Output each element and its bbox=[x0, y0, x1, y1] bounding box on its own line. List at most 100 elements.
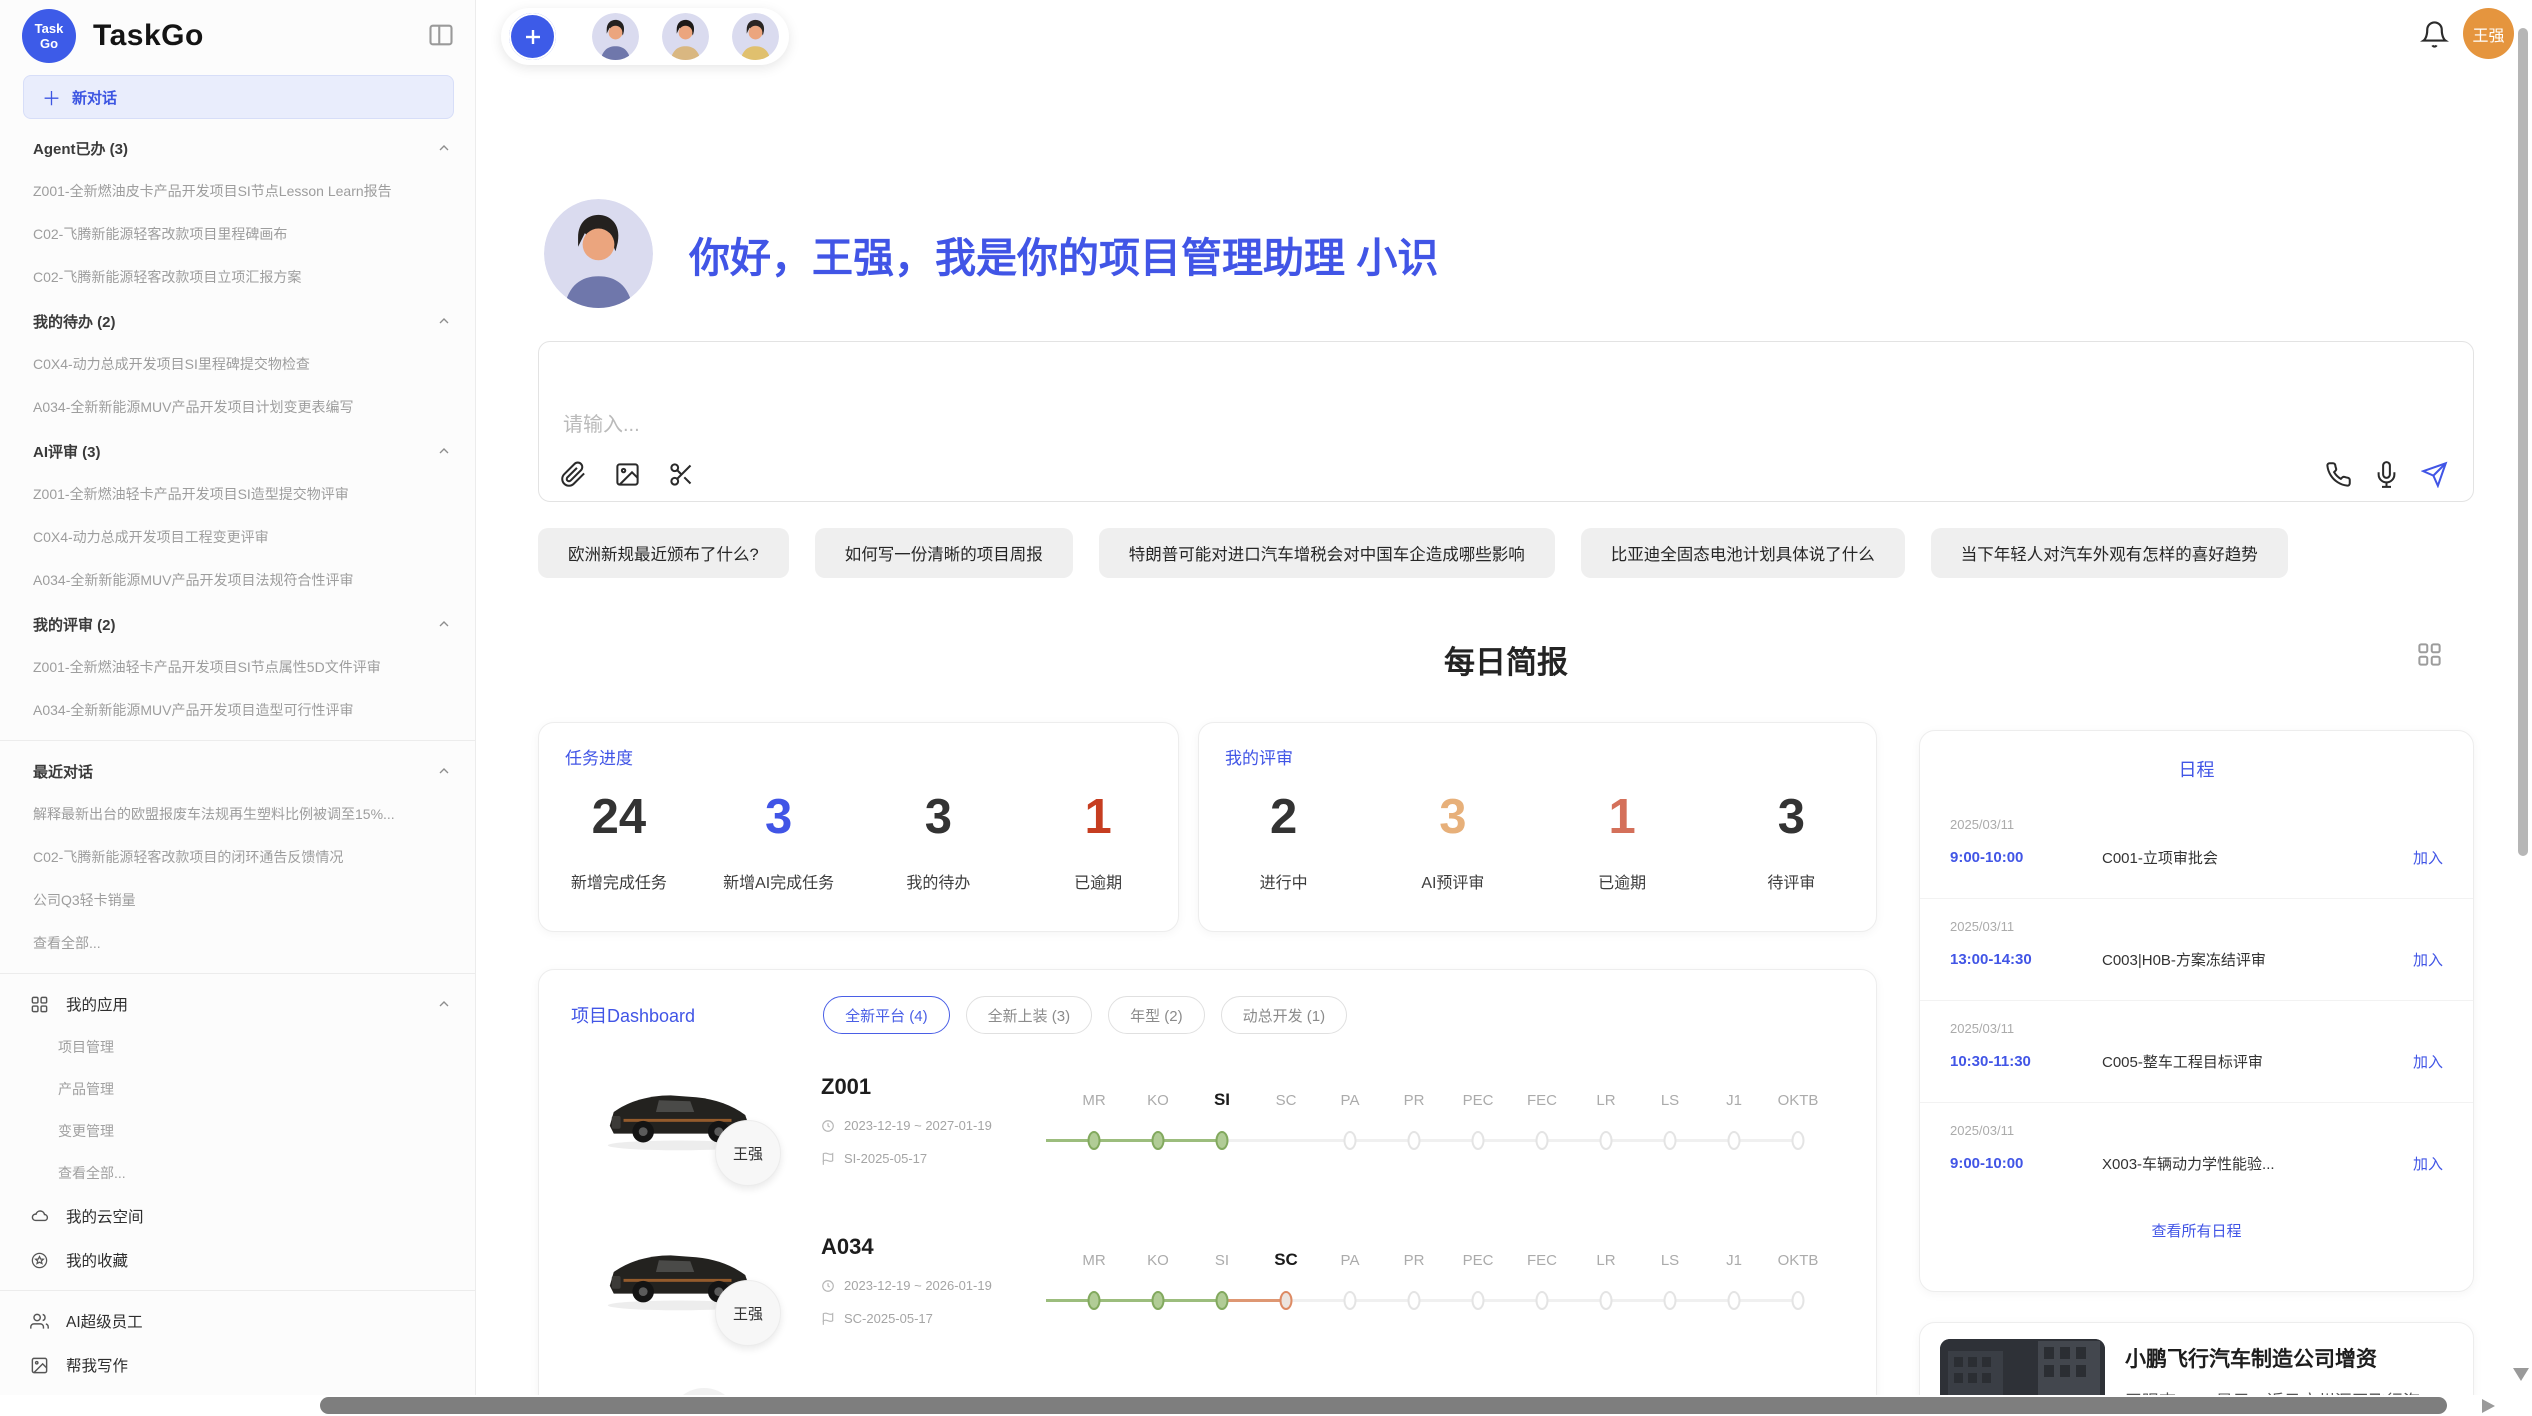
horizontal-scrollbar bbox=[0, 1395, 2532, 1416]
project-name: Z001 bbox=[821, 1074, 871, 1100]
send-icon[interactable] bbox=[2421, 461, 2448, 488]
chat-input[interactable]: 请输入... bbox=[538, 341, 2474, 502]
sidebar-item[interactable]: Z001-全新燃油皮卡产品开发项目SI节点Lesson Learn报告 bbox=[0, 170, 476, 213]
join-button[interactable]: 加入 bbox=[2413, 847, 2443, 868]
project-row[interactable]: 王强 A034 2023-12-19 ~ 2026-01-19 SC-2025-… bbox=[539, 1230, 1876, 1390]
sidebar-item[interactable]: 公司Q3轻卡销量 bbox=[0, 879, 476, 922]
scroll-down-arrow-icon[interactable] bbox=[2513, 1368, 2529, 1381]
task-progress-card: 任务进度 24 新增完成任务 3 新增AI完成任务 3 我的待办 1 已逾期 bbox=[538, 722, 1179, 932]
horizontal-scrollbar-thumb[interactable] bbox=[320, 1397, 2447, 1414]
sidebar-item[interactable]: A034-全新新能源MUV产品开发项目法规符合性评审 bbox=[0, 559, 476, 602]
vertical-scrollbar-thumb[interactable] bbox=[2518, 28, 2528, 856]
sidebar-sub-item[interactable]: 变更管理 bbox=[0, 1110, 476, 1152]
sidebar-item[interactable]: C02-飞腾新能源轻客改款项目里程碑画布 bbox=[0, 213, 476, 256]
briefing-layout-icon[interactable] bbox=[2416, 641, 2443, 668]
join-button[interactable]: 加入 bbox=[2413, 1153, 2443, 1174]
sidebar-item-my-apps[interactable]: 我的应用 bbox=[0, 982, 476, 1026]
sidebar-item[interactable]: C02-飞腾新能源轻客改款项目的闭环通告反馈情况 bbox=[0, 836, 476, 879]
agent-avatar[interactable] bbox=[662, 13, 709, 60]
chat-input-placeholder: 请输入... bbox=[563, 408, 640, 437]
schedule-item: 2025/03/11 9:00-10:00 C001-立项审批会 加入 bbox=[1920, 797, 2473, 899]
sidebar-collapse-icon[interactable] bbox=[427, 21, 455, 49]
stat: 24 新增完成任务 bbox=[539, 781, 699, 893]
dashboard-filter-chip[interactable]: 年型 (2) bbox=[1108, 996, 1205, 1034]
add-agent-button[interactable] bbox=[509, 13, 556, 60]
milestone-dot bbox=[1792, 1291, 1805, 1310]
sidebar-sub-item[interactable]: 项目管理 bbox=[0, 1026, 476, 1068]
dashboard-filter-chip[interactable]: 全新上装 (3) bbox=[966, 996, 1093, 1034]
milestone-label: PR bbox=[1382, 1252, 1446, 1269]
schedule-title: 日程 bbox=[1920, 756, 2473, 782]
sidebar-section-title: 最近对话 bbox=[33, 761, 93, 782]
milestone-dot bbox=[1344, 1131, 1357, 1150]
schedule-title: X003-车辆动力学性能验... bbox=[2102, 1153, 2413, 1174]
stat-value: 1 bbox=[1084, 793, 1111, 842]
sidebar-item-favorites[interactable]: 我的收藏 bbox=[0, 1238, 476, 1282]
join-button[interactable]: 加入 bbox=[2413, 949, 2443, 970]
flag-icon bbox=[821, 1152, 835, 1166]
new-chat-button[interactable]: ＋ 新对话 bbox=[23, 75, 454, 119]
sidebar-section-header[interactable]: 我的待办 (2) bbox=[0, 299, 476, 343]
project-row[interactable]: 王强 Z001 2023-12-19 ~ 2027-01-19 SI-2025-… bbox=[539, 1070, 1876, 1230]
dashboard-filter-chip[interactable]: 全新平台 (4) bbox=[823, 996, 950, 1034]
schedule-title: C003|H0B-方案冻结评审 bbox=[2102, 949, 2413, 970]
suggestion-chip[interactable]: 欧洲新规最近颁布了什么? bbox=[538, 528, 789, 578]
milestone-dot bbox=[1216, 1291, 1229, 1310]
avatar-illustration bbox=[662, 13, 709, 60]
sidebar-item-ai-employee[interactable]: AI超级员工 bbox=[0, 1299, 476, 1343]
milestone-label: J1 bbox=[1702, 1252, 1766, 1269]
paperclip-icon[interactable] bbox=[560, 461, 587, 488]
sidebar-section-title: 我的评审 (2) bbox=[33, 614, 116, 635]
phone-icon[interactable] bbox=[2325, 461, 2352, 488]
image-icon bbox=[30, 1356, 49, 1375]
image-attach-icon[interactable] bbox=[614, 461, 641, 488]
sidebar-item[interactable]: C02-飞腾新能源轻客改款项目立项汇报方案 bbox=[0, 256, 476, 299]
milestone-label: SI bbox=[1190, 1252, 1254, 1269]
plus-icon: ＋ bbox=[42, 84, 61, 111]
news-title: 小鹏飞行汽车制造公司增资 bbox=[2125, 1343, 2377, 1373]
sidebar-section-header[interactable]: 最近对话 bbox=[0, 749, 476, 793]
sidebar-item[interactable]: 解释最新出台的欧盟报废车法规再生塑料比例被调至15%... bbox=[0, 793, 476, 836]
milestone: OKTB bbox=[1766, 1070, 1830, 1180]
sidebar-item[interactable]: A034-全新新能源MUV产品开发项目造型可行性评审 bbox=[0, 689, 476, 732]
suggestion-chip[interactable]: 当下年轻人对汽车外观有怎样的喜好趋势 bbox=[1931, 528, 2288, 578]
project-milestone-note: SI-2025-05-17 bbox=[821, 1151, 927, 1166]
stat-value: 3 bbox=[765, 793, 792, 842]
sidebar-item[interactable]: Z001-全新燃油轻卡产品开发项目SI造型提交物评审 bbox=[0, 473, 476, 516]
sidebar-item[interactable]: C0X4-动力总成开发项目SI里程碑提交物检查 bbox=[0, 343, 476, 386]
dashboard-title: 项目Dashboard bbox=[571, 1002, 695, 1028]
notifications-bell-icon[interactable] bbox=[2420, 20, 2449, 49]
sidebar-sub-item[interactable]: 查看全部... bbox=[0, 1152, 476, 1194]
view-all-schedule-link[interactable]: 查看所有日程 bbox=[1920, 1220, 2473, 1241]
dashboard-filter-chip[interactable]: 动总开发 (1) bbox=[1221, 996, 1348, 1034]
mic-icon[interactable] bbox=[2373, 461, 2400, 488]
sidebar-section-header[interactable]: 我的评审 (2) bbox=[0, 602, 476, 646]
agent-avatar[interactable] bbox=[592, 13, 639, 60]
suggestion-chip[interactable]: 如何写一份清晰的项目周报 bbox=[815, 528, 1073, 578]
sidebar-item[interactable]: A034-全新新能源MUV产品开发项目计划变更表编写 bbox=[0, 386, 476, 429]
sidebar-item[interactable]: C0X4-动力总成开发项目工程变更评审 bbox=[0, 516, 476, 559]
stat: 1 已逾期 bbox=[1538, 781, 1707, 893]
join-button[interactable]: 加入 bbox=[2413, 1051, 2443, 1072]
milestone-label: LS bbox=[1638, 1092, 1702, 1109]
milestone: J1 bbox=[1702, 1230, 1766, 1340]
milestone-dot bbox=[1152, 1131, 1165, 1150]
sidebar-section-header[interactable]: AI评审 (3) bbox=[0, 429, 476, 473]
milestone: MR bbox=[1062, 1070, 1126, 1180]
scroll-right-arrow-icon[interactable] bbox=[2482, 1399, 2495, 1413]
ai-employee-label: AI超级员工 bbox=[66, 1310, 143, 1332]
sidebar-item-writing-helper[interactable]: 帮我写作 bbox=[0, 1343, 476, 1387]
sidebar-item-cloud-space[interactable]: 我的云空间 bbox=[0, 1194, 476, 1238]
sidebar-section-header[interactable]: Agent已办 (3) bbox=[0, 126, 476, 170]
sidebar-item[interactable]: 查看全部... bbox=[0, 922, 476, 965]
user-avatar[interactable]: 王强 bbox=[2463, 8, 2514, 59]
suggestion-chip[interactable]: 比亚迪全固态电池计划具体说了什么 bbox=[1581, 528, 1905, 578]
agent-avatar[interactable] bbox=[732, 13, 779, 60]
divider bbox=[0, 973, 476, 974]
sidebar-item[interactable]: Z001-全新燃油轻卡产品开发项目SI节点属性5D文件评审 bbox=[0, 646, 476, 689]
schedule-time: 9:00-10:00 bbox=[1950, 849, 2102, 866]
milestone-dot bbox=[1472, 1291, 1485, 1310]
suggestion-chip[interactable]: 特朗普可能对进口汽车增税会对中国车企造成哪些影响 bbox=[1099, 528, 1555, 578]
sidebar-sub-item[interactable]: 产品管理 bbox=[0, 1068, 476, 1110]
scissors-icon[interactable] bbox=[668, 461, 695, 488]
